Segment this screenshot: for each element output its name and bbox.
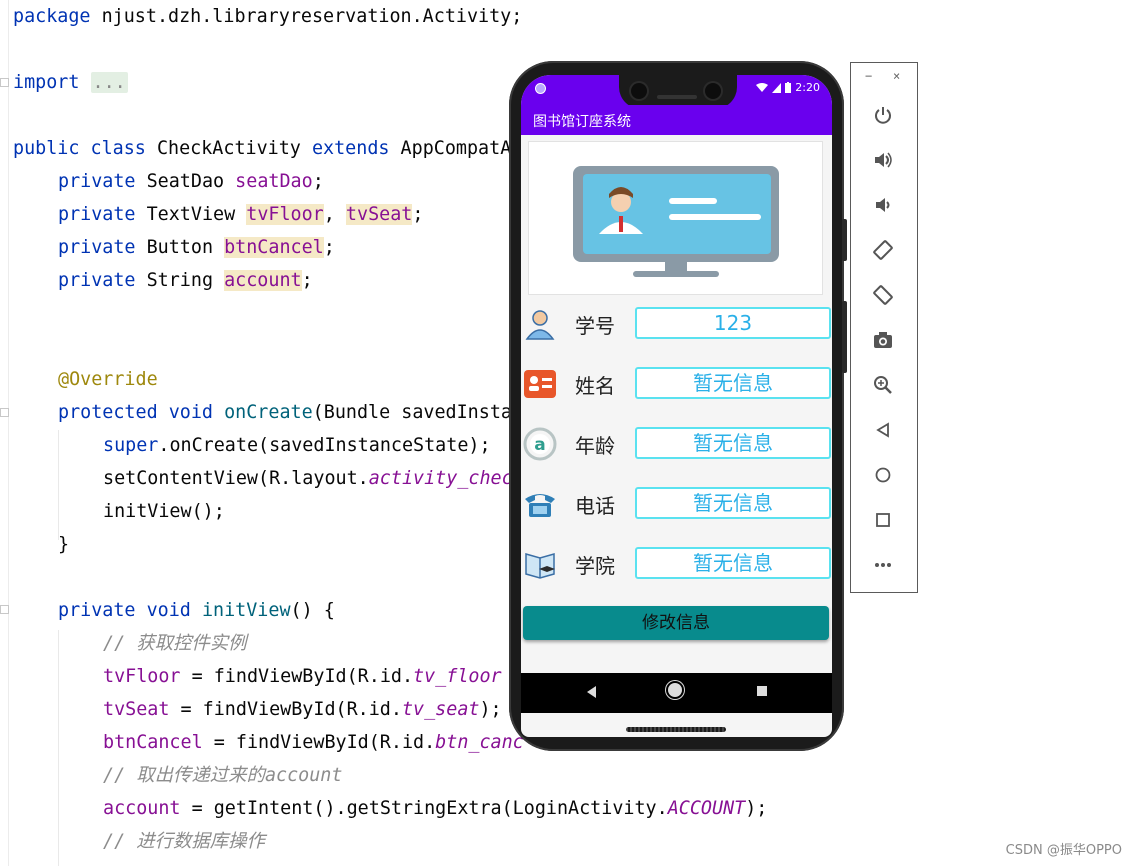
camera-icon[interactable] [869, 326, 897, 354]
code-line[interactable]: initView(); [103, 495, 225, 528]
front-camera [705, 83, 721, 99]
camera-notch [619, 75, 737, 109]
code-line[interactable]: private SeatDao seatDao; [58, 165, 324, 198]
phone-speaker-grille [626, 727, 726, 732]
signal-icon [772, 82, 782, 93]
code-line[interactable]: private String account; [58, 264, 313, 297]
info-row-age: a 年龄 暂无信息 [521, 425, 832, 465]
profile-banner-image [528, 141, 823, 295]
phone-side-button [842, 219, 847, 261]
id-card-icon [524, 370, 556, 398]
nav-recents-icon[interactable] [757, 686, 767, 696]
info-row-phone: 电话 暂无信息 [521, 485, 832, 525]
volume-up-icon[interactable] [869, 146, 897, 174]
code-line[interactable]: btnCancel = findViewById(R.id.btn_canc [103, 726, 524, 759]
code-line[interactable]: public class CheckActivity extends AppCo… [13, 132, 511, 165]
indent-guide [58, 630, 59, 866]
name-field[interactable]: 暂无信息 [635, 367, 831, 399]
app-title: 图书馆订座系统 [533, 114, 631, 130]
status-time: 2:20 [795, 81, 820, 94]
code-line[interactable]: super.onCreate(savedInstanceState); [103, 429, 491, 462]
folded-imports[interactable]: ... [90, 72, 128, 93]
row-label: 姓名 [575, 374, 615, 398]
row-label: 学院 [575, 554, 615, 578]
power-icon[interactable] [869, 101, 897, 129]
code-line[interactable]: private Button btnCancel; [58, 231, 335, 264]
fold-marker[interactable] [0, 78, 9, 87]
code-line[interactable]: // 取出传递过来的account [103, 759, 342, 792]
code-line[interactable]: package njust.dzh.libraryreservation.Act… [13, 0, 522, 33]
android-nav-bar [521, 673, 832, 713]
zoom-icon[interactable] [869, 371, 897, 399]
minimize-button[interactable]: − [865, 69, 872, 83]
age-field[interactable]: 暂无信息 [635, 427, 831, 459]
info-row-student-id: 学号 123 [521, 305, 832, 345]
info-row-name: 姓名 暂无信息 [521, 365, 832, 405]
phone-field[interactable]: 暂无信息 [635, 487, 831, 519]
wifi-icon [756, 82, 769, 92]
student-id-field[interactable]: 123 [635, 307, 831, 339]
volume-down-icon[interactable] [869, 191, 897, 219]
fold-marker[interactable] [0, 408, 9, 417]
nav-home-icon[interactable] [668, 683, 682, 697]
editor-gutter [0, 0, 9, 866]
back-icon[interactable] [869, 416, 897, 444]
svg-text:a: a [534, 435, 545, 455]
more-icon[interactable] [869, 551, 897, 579]
person-icon [525, 310, 555, 340]
nav-back-icon[interactable] [587, 686, 596, 698]
code-line[interactable]: tvSeat = findViewById(R.id.tv_seat); [103, 693, 502, 726]
row-label: 年龄 [575, 434, 615, 458]
code-line[interactable]: private TextView tvFloor, tvSeat; [58, 198, 423, 231]
code-line[interactable]: @Override [58, 363, 158, 396]
fold-marker[interactable] [0, 605, 9, 614]
code-line[interactable]: import ... [13, 66, 128, 99]
code-line[interactable]: setContentView(R.layout.activity_chec [103, 462, 513, 495]
row-label: 学号 [575, 314, 615, 338]
code-line[interactable]: account = getIntent().getStringExtra(Log… [103, 792, 767, 825]
age-icon: a [523, 427, 557, 461]
code-line[interactable]: } [58, 528, 69, 561]
indent-guide [58, 430, 59, 540]
home-icon[interactable] [869, 461, 897, 489]
code-line[interactable]: private void initView() { [58, 594, 335, 627]
college-field[interactable]: 暂无信息 [635, 547, 831, 579]
edit-info-button[interactable]: 修改信息 [523, 606, 829, 640]
info-row-college: 学院 暂无信息 [521, 545, 832, 585]
overview-icon[interactable] [869, 506, 897, 534]
earpiece [657, 95, 697, 99]
phone-side-button [842, 301, 847, 373]
front-camera [631, 83, 647, 99]
notification-icon [535, 83, 546, 94]
code-line[interactable]: protected void onCreate(Bundle savedInst… [58, 396, 512, 429]
code-line[interactable]: // 进行数据库操作 [103, 825, 265, 858]
monitor-id-illustration [573, 166, 779, 277]
phone-emulator: 2:20 图书馆订座系统 学号 123 姓名 暂无信息 a 年龄 暂无信息 电话… [509, 61, 847, 751]
close-button[interactable]: × [893, 69, 900, 83]
app-bar: 图书馆订座系统 [521, 105, 832, 135]
code-line[interactable]: tvFloor = findViewById(R.id.tv_floor [103, 660, 502, 693]
college-icon [525, 553, 555, 579]
watermark: CSDN @振华OPPO [1005, 843, 1122, 858]
row-label: 电话 [575, 494, 615, 518]
telephone-icon [525, 494, 555, 517]
phone-screen: 2:20 图书馆订座系统 学号 123 姓名 暂无信息 a 年龄 暂无信息 电话… [521, 75, 832, 737]
battery-icon [785, 82, 792, 93]
code-line[interactable]: // 获取控件实例 [103, 627, 247, 660]
emulator-toolbar: − × [850, 62, 918, 593]
rotate-left-icon[interactable] [869, 236, 897, 264]
rotate-right-icon[interactable] [869, 281, 897, 309]
status-icons: 2:20 [756, 81, 820, 94]
